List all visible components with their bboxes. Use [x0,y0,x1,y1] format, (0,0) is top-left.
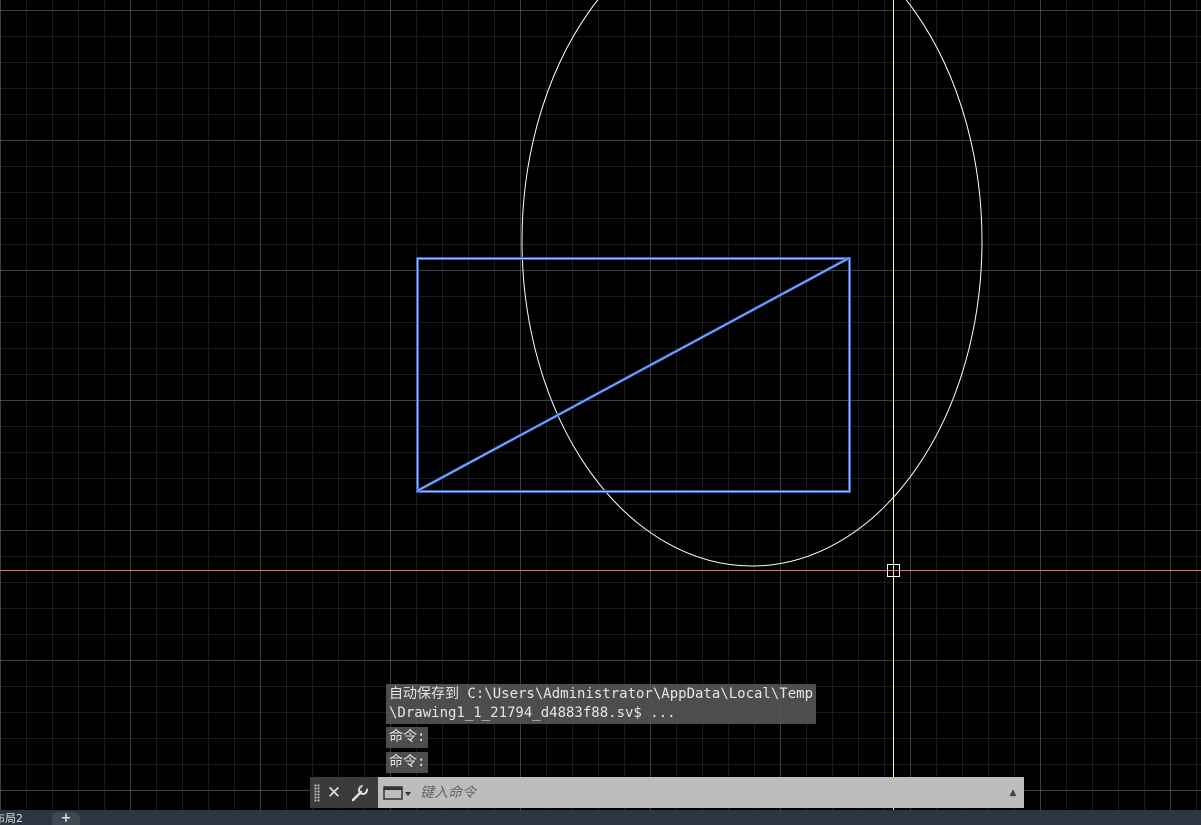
diagonal-line-entity[interactable] [416,256,850,493]
close-icon[interactable]: ✕ [322,781,346,805]
command-history-prompt: 命令: [386,752,429,773]
drawing-viewport[interactable]: 自动保存到 C:\Users\Administrator\AppData\Loc… [0,0,1201,810]
command-history-prompt: 命令: [386,727,429,748]
drag-handle-icon[interactable] [314,783,320,802]
command-line-bar: ✕ ▲ [310,777,1024,808]
ellipse-entity[interactable] [521,0,983,567]
command-history-autosave-message: 自动保存到 C:\Users\Administrator\AppData\Loc… [386,684,817,724]
autosave-line-1: 自动保存到 C:\Users\Administrator\AppData\Loc… [389,686,814,702]
command-input-area: ▲ [378,777,1024,808]
wrench-icon[interactable] [348,781,372,805]
autosave-line-2: \Drawing1_1_21794_d4883f88.sv$ ... [389,705,676,721]
add-layout-button[interactable]: + [52,812,80,825]
command-input[interactable] [418,777,1002,808]
tab-layout2[interactable]: 布局2 [0,812,31,825]
triangle-up-icon[interactable]: ▲ [1002,777,1024,808]
command-line-controls: ✕ [310,777,378,808]
command-prompt-icon[interactable] [378,777,418,808]
layout-tab-bar: 布局2 + [0,810,1201,825]
